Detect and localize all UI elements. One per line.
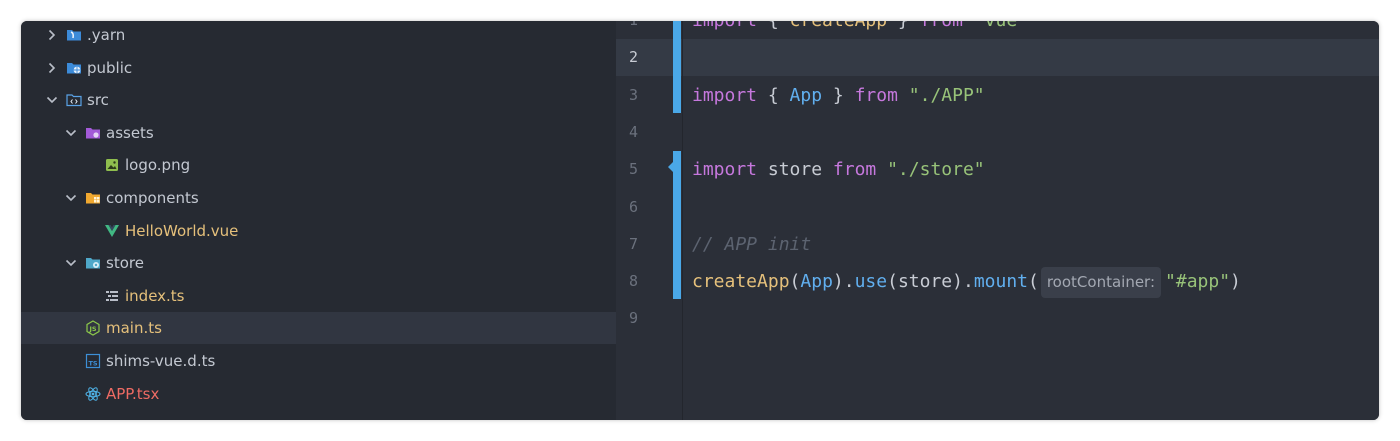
code-token: App [789,84,823,106]
code-token: "#app" [1165,271,1231,293]
line-number: 3 [628,85,638,104]
node-file-icon: JS [85,320,101,337]
code-token: ) [1230,271,1241,293]
code-token: from [832,159,877,181]
code-token: (store). [887,271,974,293]
line-number: 4 [628,122,638,141]
react-file-icon [85,386,101,402]
line-number: 7 [628,234,638,253]
folder-yarn-icon [66,27,82,43]
chevron-down-icon[interactable] [64,191,78,205]
code-token: { [757,21,790,31]
tree-item-label: src [87,91,109,110]
svg-text:JS: JS [88,325,96,333]
code-token: from [854,84,898,106]
code-editor[interactable]: 1 import { createApp } from "vue" 2 3 import… [616,21,1379,420]
chevron-right-icon[interactable] [45,28,59,42]
code-token: mount [973,271,1028,293]
tree-folder-store[interactable]: store [21,247,616,279]
code-token: "./APP" [908,84,985,106]
tree-item-label: logo.png [125,156,191,175]
parameter-hint: rootContainer: [1040,266,1162,298]
code-line[interactable]: createApp(App).use(store).mount(rootCont… [692,263,1241,300]
tree-item-label: APP.tsx [106,384,160,403]
folder-src-icon [66,92,82,108]
code-token: { [757,84,790,106]
chevron-down-icon[interactable] [45,93,59,107]
code-token: } [822,84,855,106]
tree-file-shims-vue-d-ts[interactable]: TS shims-vue.d.ts [21,345,616,377]
tree-file-app-tsx[interactable]: APP.tsx [21,378,616,410]
folder-components-icon [85,190,101,206]
tree-file-index-ts[interactable]: index.ts [21,280,616,312]
code-token: "vue" [974,21,1028,31]
gutter-separator [682,21,683,420]
tree-item-label: store [106,254,144,273]
code-token: App [800,271,833,293]
code-token: createApp [692,271,790,293]
tree-file-logo-png[interactable]: logo.png [21,149,616,181]
svg-text:TS: TS [88,360,97,368]
tree-folder-public[interactable]: public [21,52,616,84]
code-token: } [887,21,920,31]
line-number: 2 [628,48,638,67]
folder-store-icon [85,255,101,271]
code-line[interactable]: // APP init [692,226,811,263]
code-token: from [920,21,963,31]
git-modified-bar [673,151,681,299]
current-line-highlight [616,39,1379,76]
vue-file-icon [104,223,120,239]
folder-assets-icon [85,125,101,141]
tree-item-label: main.ts [106,319,162,338]
tree-item-label: .yarn [87,26,126,44]
line-number: 9 [628,309,638,328]
tree-folder-src[interactable]: src [21,84,616,116]
tree-item-label: assets [106,123,154,142]
line-number: 6 [628,197,638,216]
code-line[interactable]: import store from "./store" [692,151,985,188]
code-token: createApp [790,21,888,31]
chevron-right-icon[interactable] [45,61,59,75]
tree-item-label: components [106,189,199,207]
tree-folder--yarn[interactable]: .yarn [21,21,616,51]
code-token: import [692,159,758,181]
git-change-marker [668,162,673,172]
code-token: import [692,84,758,106]
tree-item-label: index.ts [125,286,185,305]
code-token: ( [1028,271,1039,293]
code-token: import [692,21,757,31]
tree-file-main-ts[interactable]: JS main.ts [21,312,616,345]
tree-item-label: shims-vue.d.ts [106,352,216,370]
chevron-down-icon[interactable] [64,126,78,140]
ide-window: .yarn public src assets logo.png components He… [21,21,1379,420]
tree-folder-assets[interactable]: assets [21,117,616,149]
code-token: ( [789,271,801,293]
file-explorer: .yarn public src assets logo.png components He… [21,21,616,420]
code-token: ). [832,271,855,293]
line-number: 5 [628,160,638,179]
tree-item-label: HelloWorld.vue [125,221,239,240]
code-token: // APP init [692,233,812,255]
git-modified-bar [673,21,681,113]
line-number: 8 [628,272,638,291]
code-line[interactable]: import { createApp } from "vue" [692,21,1028,39]
code-token: store [757,159,833,181]
code-line[interactable]: import { App } from "./APP" [692,77,985,114]
ts-index-file-icon [104,288,120,304]
image-file-icon [104,157,120,173]
tree-file-helloworld-vue[interactable]: HelloWorld.vue [21,215,616,247]
code-token: use [854,271,888,293]
line-number: 1 [616,21,638,39]
tree-folder-components[interactable]: components [21,182,616,214]
chevron-down-icon[interactable] [64,256,78,270]
tree-item-label: public [87,58,133,77]
ts-file-icon: TS [85,353,101,369]
folder-public-icon [66,60,82,76]
code-token: "./store" [887,159,985,181]
